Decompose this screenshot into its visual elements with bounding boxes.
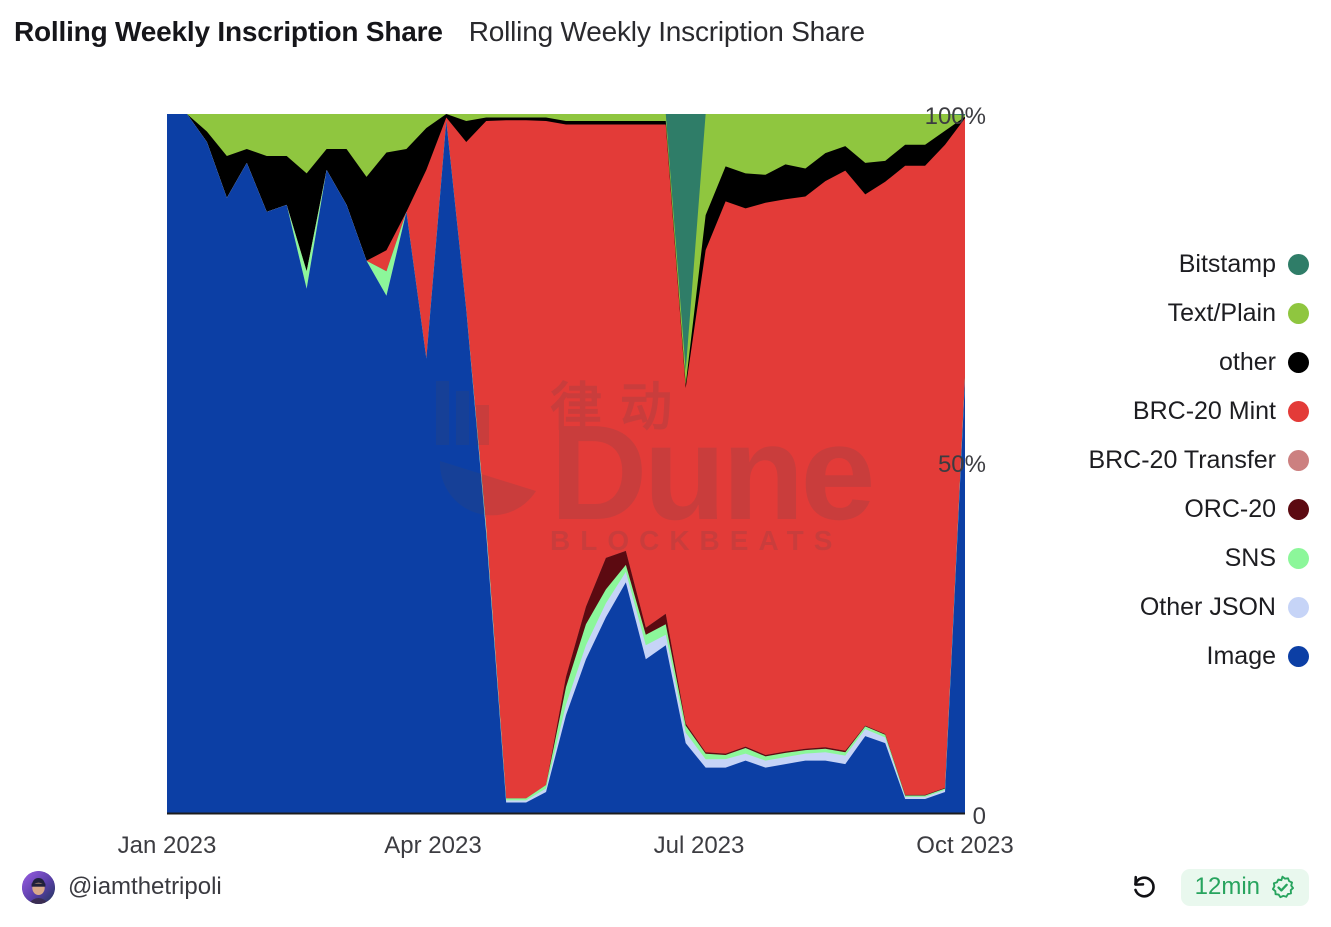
legend-item-label: Other JSON [1139,593,1276,621]
status-badge[interactable]: 12min [1180,868,1309,906]
chart-legend[interactable]: Bitstamp Text/Plain other BRC-20 Mint BRC-20… [999,240,1309,681]
legend-item-label: ORC-20 [1184,495,1276,523]
page-title: Rolling Weekly Inscription Share [14,16,443,47]
avatar[interactable] [22,870,55,904]
legend-item-orc-20[interactable]: ORC-20 [999,485,1309,534]
legend-item-brc-20-mint[interactable]: BRC-20 Mint [999,387,1309,436]
legend-item-label: other [1219,348,1276,376]
x-axis-tick-0: Jan 2023 [117,832,217,859]
chart-footer: @iamthetripoli 12min [0,857,1331,917]
legend-color-swatch [1288,450,1309,471]
legend-item-label: BRC-20 Transfer [1088,446,1276,474]
y-axis-tick-50: 50% [937,451,986,478]
legend-item-label: SNS [1224,544,1276,572]
legend-item-other[interactable]: other [999,338,1309,387]
legend-item-label: BRC-20 Mint [1132,397,1276,425]
verified-badge-icon [1271,875,1294,898]
chart-header: Rolling Weekly Inscription Share Rolling… [14,16,865,48]
refresh-icon[interactable] [1129,872,1159,902]
legend-item-label: Bitstamp [1178,250,1276,278]
freshness-label: 12min [1194,873,1260,900]
chart-canvas[interactable]: 律动 Dune BLOCKBEATS 100% 50% 0 Jan 2023Ap… [0,80,1014,870]
x-axis-tick-2: Jul 2023 [653,832,745,859]
legend-item-label: Text/Plain [1167,299,1276,327]
legend-item-other-json[interactable]: Other JSON [999,583,1309,632]
legend-color-swatch [1288,352,1309,373]
legend-item-sns[interactable]: SNS [999,534,1309,583]
area-series-group [167,114,965,813]
legend-item-bitstamp[interactable]: Bitstamp [999,240,1309,289]
footer-controls[interactable]: 12min [1129,868,1309,906]
legend-color-swatch [1288,597,1309,618]
legend-color-swatch [1288,499,1309,520]
x-axis-tick-1: Apr 2023 [384,832,482,859]
legend-color-swatch [1288,646,1309,667]
x-axis-tick-3: Oct 2023 [916,832,1014,859]
y-axis-tick-0: 0 [972,803,986,830]
legend-item-label: Image [1206,642,1276,670]
avatar-image-icon [22,870,55,904]
legend-color-swatch [1288,254,1309,275]
legend-color-swatch [1288,548,1309,569]
page-subtitle: Rolling Weekly Inscription Share [468,16,865,47]
legend-color-swatch [1288,303,1309,324]
y-axis-tick-100: 100% [924,103,986,130]
author-block[interactable]: @iamthetripoli [22,870,222,904]
legend-item-brc-20-transfer[interactable]: BRC-20 Transfer [999,436,1309,485]
legend-item-image[interactable]: Image [999,632,1309,681]
legend-item-text-plain[interactable]: Text/Plain [999,289,1309,338]
legend-color-swatch [1288,401,1309,422]
author-handle[interactable]: @iamthetripoli [68,873,222,901]
